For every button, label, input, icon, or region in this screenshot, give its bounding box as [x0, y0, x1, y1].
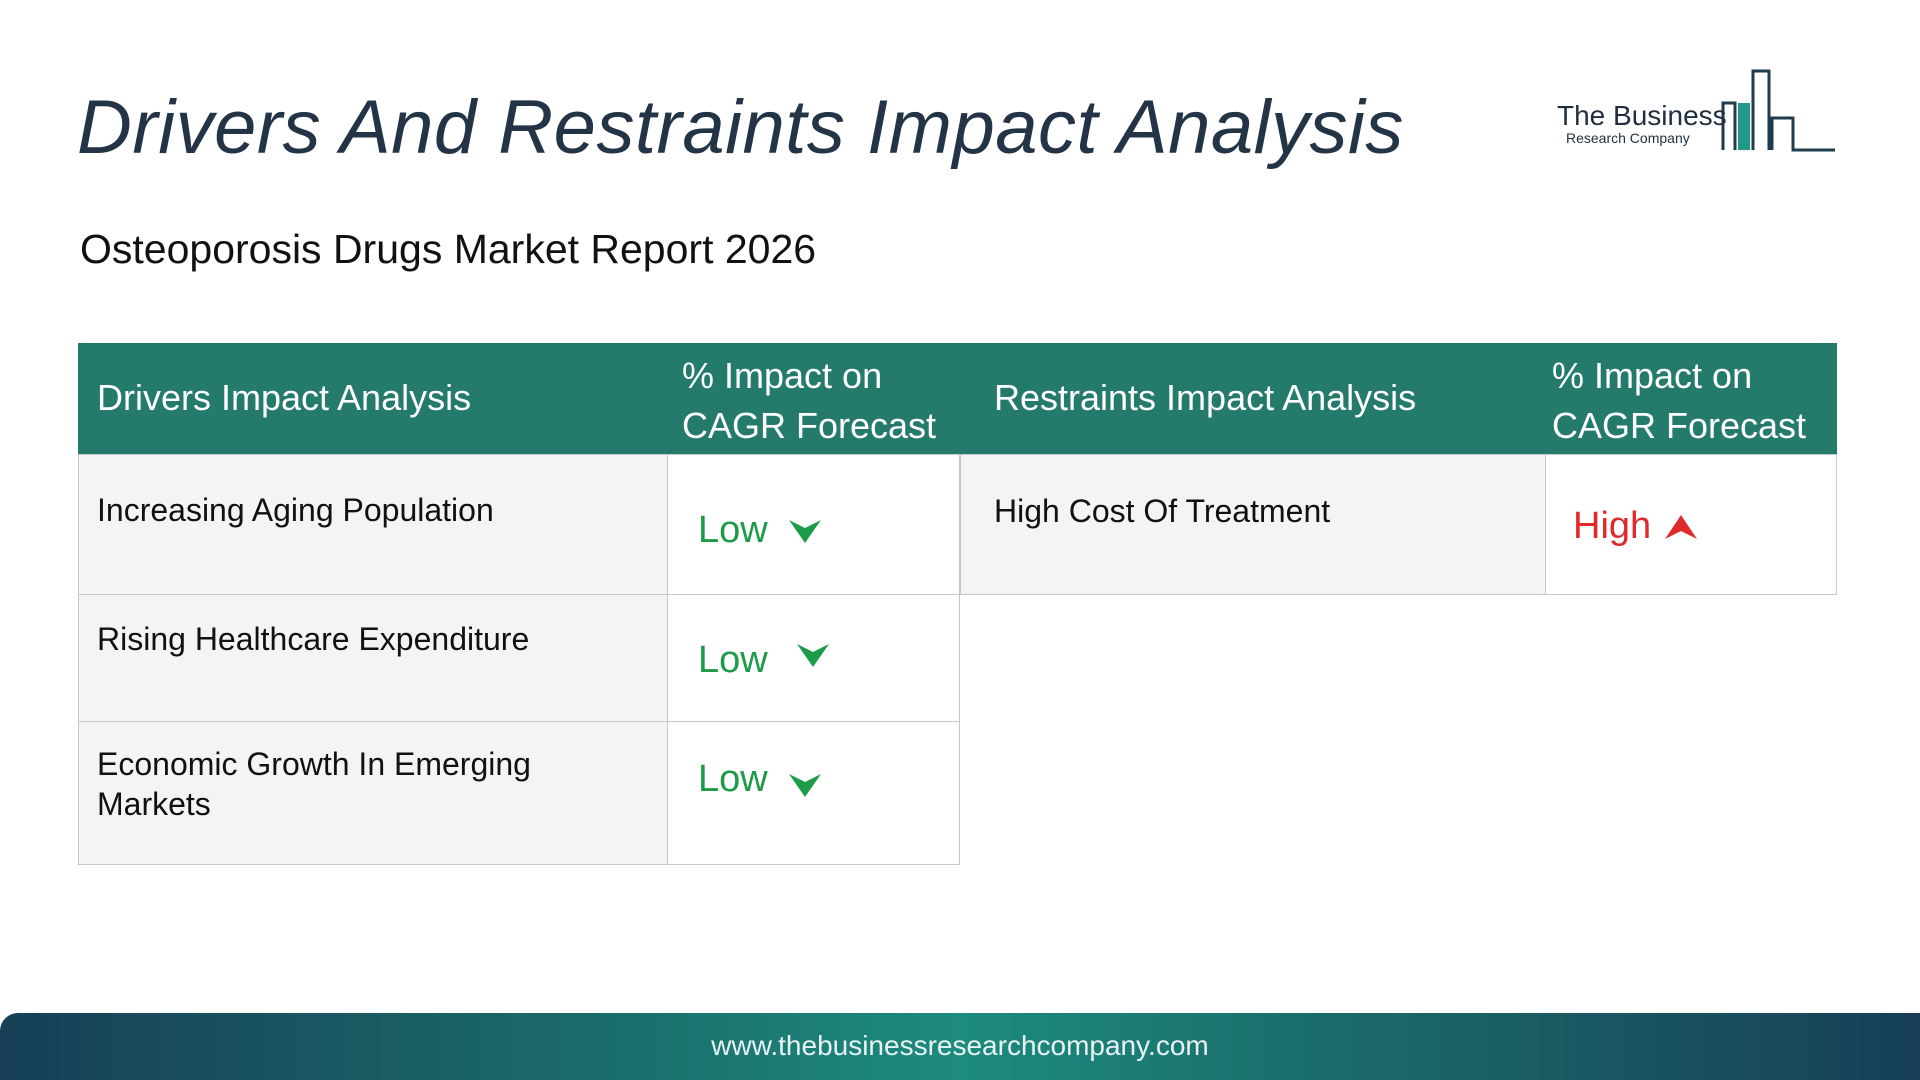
table-row: High Cost Of Treatment [960, 454, 1546, 595]
arrow-down-icon [797, 644, 829, 667]
footer-url[interactable]: www.thebusinessresearchcompany.com [0, 1030, 1920, 1062]
driver-impact-value: Low [698, 758, 768, 800]
arrow-down-icon [789, 520, 821, 543]
restraints-header-label: Restraints Impact Analysis [994, 377, 1417, 418]
driver-label: Rising Healthcare Expenditure [97, 621, 530, 657]
driver-label: Increasing Aging Population [97, 492, 494, 528]
logo-line-1: The Business [1557, 100, 1727, 131]
logo-line-2: Research Company [1566, 130, 1690, 146]
arrow-up-icon [1665, 515, 1697, 539]
company-logo: The Business Research Company [1553, 66, 1837, 158]
driver-impact-cell: Low [667, 721, 960, 865]
restraint-impact-cell: High [1545, 454, 1837, 595]
driver-impact-value: Low [698, 639, 768, 681]
drivers-impact-header-line1: % Impact on [682, 355, 883, 396]
driver-impact-cell: Low [667, 594, 960, 722]
restraint-impact-value: High [1573, 505, 1652, 547]
table-row: Increasing Aging Population [78, 454, 668, 595]
table-row: Rising Healthcare Expenditure [78, 594, 668, 722]
table-row: Economic Growth In Emerging Markets [78, 721, 668, 865]
restraint-label: High Cost Of Treatment [994, 493, 1331, 529]
driver-impact-cell: Low [667, 454, 960, 595]
arrow-down-icon [789, 774, 821, 797]
restraints-impact-header-line1: % Impact on [1552, 355, 1753, 396]
drivers-impact-header-line2: CAGR Forecast [682, 405, 937, 446]
footer-bar: www.thebusinessresearchcompany.com [0, 1013, 1920, 1080]
driver-impact-value: Low [698, 509, 768, 551]
report-subtitle: Osteoporosis Drugs Market Report 2026 [80, 226, 817, 272]
page-title: Drivers And Restraints Impact Analysis [77, 85, 1404, 170]
restraints-header: Restraints Impact Analysis % Impact on C… [960, 343, 1837, 454]
drivers-header-label: Drivers Impact Analysis [97, 377, 472, 418]
restraints-impact-header-line2: CAGR Forecast [1552, 405, 1807, 446]
drivers-header: Drivers Impact Analysis % Impact on CAGR… [78, 343, 960, 454]
driver-label: Economic Growth In Emerging Markets [97, 746, 531, 822]
